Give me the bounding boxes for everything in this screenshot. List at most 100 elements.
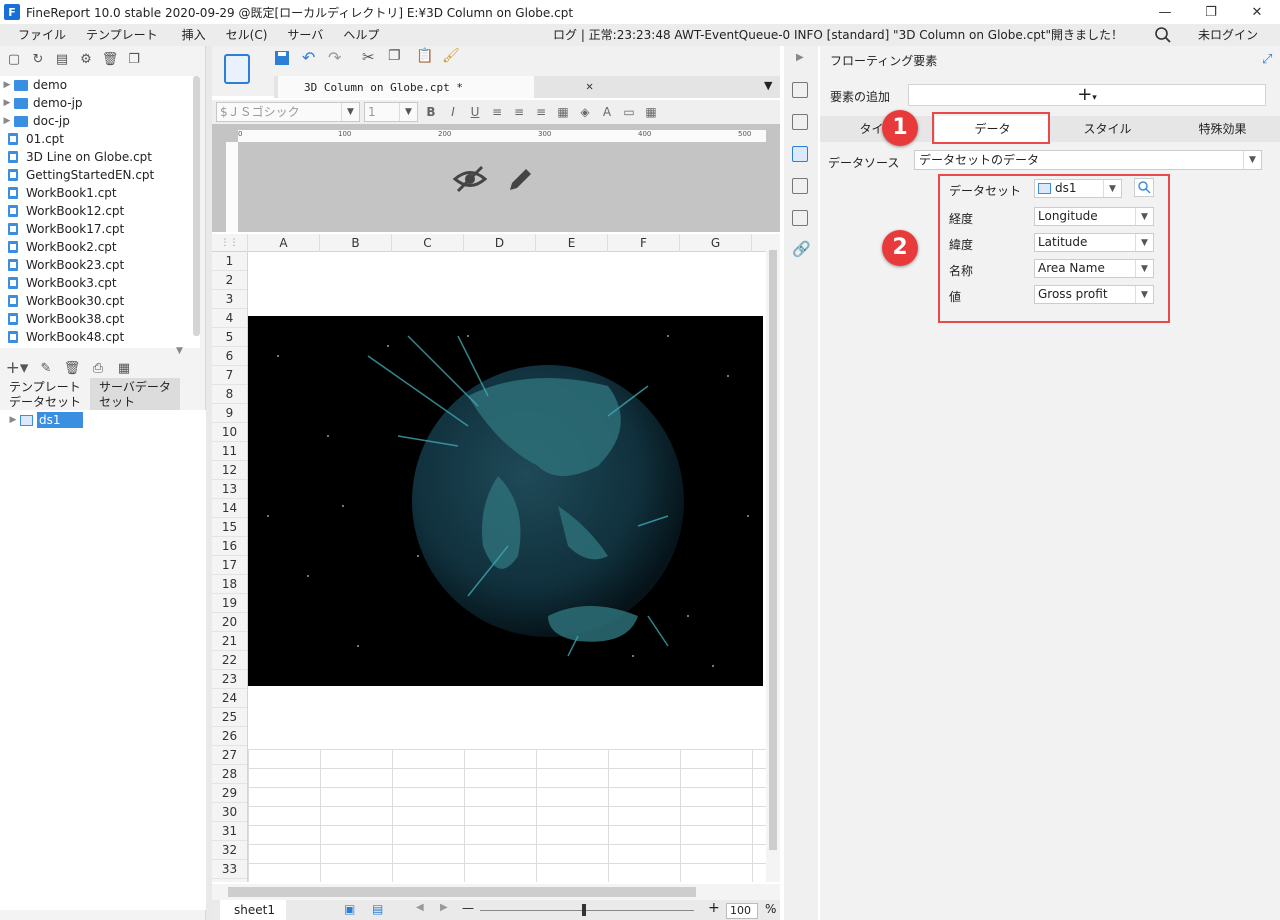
add-element-button[interactable]: +▾ — [908, 84, 1266, 106]
widget-icon[interactable] — [792, 178, 808, 194]
cell-grid[interactable] — [248, 749, 766, 882]
zoom-slider-handle[interactable] — [582, 904, 586, 916]
row-header-cell[interactable]: 30 — [212, 803, 247, 822]
copy-cell-icon[interactable]: ❐ — [388, 48, 401, 64]
sheet-tab[interactable]: sheet1 — [220, 900, 286, 920]
latitude-select[interactable]: Latitude ▼ — [1034, 233, 1154, 252]
format-painter-icon[interactable]: 🖌 — [442, 48, 460, 64]
value-select[interactable]: Gross profit ▼ — [1034, 285, 1154, 304]
border-icon[interactable]: ▦ — [554, 103, 572, 121]
add-sheet-icon[interactable]: ▣ — [344, 902, 355, 916]
column-header-cell[interactable]: E — [536, 234, 608, 252]
row-header-cell[interactable]: 18 — [212, 575, 247, 594]
tree-file[interactable]: WorkBook1.cpt — [0, 184, 200, 202]
add-report-icon[interactable]: ▤ — [372, 902, 383, 916]
close-button[interactable]: ✕ — [1234, 0, 1280, 24]
delete-dataset-icon[interactable]: 🗑 — [64, 360, 81, 376]
vertical-scrollbar[interactable] — [766, 234, 780, 882]
align-left-icon[interactable]: ≡ — [488, 103, 506, 121]
tree-file[interactable]: WorkBook3.cpt — [0, 274, 200, 292]
tree-file[interactable]: WorkBook2.cpt — [0, 238, 200, 256]
font-family-select[interactable]: $ＪＳゴシック ▼ — [216, 102, 360, 122]
fill-color-icon[interactable]: ◈ — [576, 103, 594, 121]
align-right-icon[interactable]: ≡ — [532, 103, 550, 121]
globe-chart-float[interactable] — [248, 316, 763, 686]
longitude-select[interactable]: Longitude ▼ — [1034, 207, 1154, 226]
expand-arrow-icon[interactable]: ▶ — [0, 116, 14, 126]
horizontal-scrollbar[interactable] — [212, 884, 780, 900]
font-size-select[interactable]: 1 ▼ — [364, 102, 418, 122]
expand-arrow-icon[interactable]: ▶ — [0, 80, 14, 90]
zoom-slider[interactable] — [480, 910, 694, 911]
menu-help[interactable]: ヘルプ — [333, 24, 389, 46]
restore-button[interactable]: ❐ — [1188, 0, 1234, 24]
dataset-item[interactable]: ▶ ds1 — [6, 412, 83, 428]
template-tab[interactable]: 3D Column on Globe.cpt * ✕ — [278, 76, 593, 98]
zoom-in-button[interactable]: + — [708, 900, 720, 916]
copy-icon[interactable]: ❐ — [126, 51, 142, 67]
tab-menu-icon[interactable]: ▼ — [764, 79, 772, 92]
vertical-scroll-thumb[interactable] — [769, 250, 777, 850]
paste-icon[interactable]: 📋 — [416, 48, 433, 64]
zoom-out-button[interactable]: — — [462, 901, 474, 915]
expand-arrow-icon[interactable]: ▶ — [0, 98, 14, 108]
menu-template[interactable]: テンプレート — [76, 24, 168, 46]
new-folder-icon[interactable]: ▢ — [6, 51, 22, 67]
row-header-cell[interactable]: 16 — [212, 537, 247, 556]
column-header-cell[interactable]: B — [320, 234, 392, 252]
row-header-cell[interactable]: 17 — [212, 556, 247, 575]
tree-file[interactable]: WorkBook48.cpt — [0, 328, 200, 346]
row-header-cell[interactable]: 27 — [212, 746, 247, 765]
minimize-button[interactable]: — — [1142, 0, 1188, 24]
add-dataset-icon[interactable]: +▾ — [6, 358, 29, 378]
edit-dataset-icon[interactable]: ✎ — [38, 360, 54, 376]
zoom-input[interactable]: 100 — [726, 903, 758, 919]
row-header-cell[interactable]: 28 — [212, 765, 247, 784]
float-element-icon[interactable] — [792, 146, 808, 162]
file-tree-scrollbar[interactable] — [193, 76, 200, 336]
cut-icon[interactable]: ✂ — [362, 48, 375, 66]
next-sheet-icon[interactable]: ▶ — [440, 902, 448, 913]
tree-file[interactable]: 01.cpt — [0, 130, 200, 148]
row-header-cell[interactable]: 26 — [212, 727, 247, 746]
row-header-cell[interactable]: 10 — [212, 423, 247, 442]
dataset-parameter-icon[interactable]: ▦ — [116, 360, 132, 376]
tree-file[interactable]: 3D Line on Globe.cpt — [0, 148, 200, 166]
cell-element-icon[interactable] — [792, 114, 808, 130]
row-header-cell[interactable]: 3 — [212, 290, 247, 309]
row-header-cell[interactable]: 14 — [212, 499, 247, 518]
search-icon[interactable] — [1154, 26, 1172, 44]
column-header-cell[interactable]: G — [680, 234, 752, 252]
name-select[interactable]: Area Name ▼ — [1034, 259, 1154, 278]
row-header-cell[interactable]: 25 — [212, 708, 247, 727]
row-header-cell[interactable]: 1 — [212, 252, 247, 271]
hide-eye-icon[interactable] — [452, 164, 488, 194]
tree-folder[interactable]: ▶ demo — [0, 76, 200, 94]
row-header-cell[interactable]: 32 — [212, 841, 247, 860]
tree-file[interactable]: WorkBook23.cpt — [0, 256, 200, 274]
horizontal-scroll-thumb[interactable] — [228, 887, 696, 897]
hyperlink-icon[interactable]: 🔗 — [792, 240, 811, 258]
tab-effects[interactable]: 特殊効果 — [1165, 116, 1280, 142]
align-center-icon[interactable]: ≡ — [510, 103, 528, 121]
tree-folder[interactable]: ▶ doc-jp — [0, 112, 200, 130]
row-header-cell[interactable]: 5 — [212, 328, 247, 347]
row-header-cell[interactable]: 6 — [212, 347, 247, 366]
italic-button[interactable]: I — [444, 103, 462, 121]
close-tab-icon[interactable]: ✕ — [586, 79, 593, 93]
row-header-cell[interactable]: 29 — [212, 784, 247, 803]
row-header-cell[interactable]: 12 — [212, 461, 247, 480]
row-header-cell[interactable]: 21 — [212, 632, 247, 651]
menu-file[interactable]: ファイル — [8, 24, 76, 46]
row-header-cell[interactable]: 24 — [212, 689, 247, 708]
select-all-corner[interactable]: ⋮⋮ — [212, 234, 248, 252]
dataset-select[interactable]: ds1 ▼ — [1034, 179, 1122, 198]
column-header-cell[interactable]: D — [464, 234, 536, 252]
preview-dataset-icon[interactable]: ⎙ — [90, 360, 106, 376]
column-header-cell[interactable]: C — [392, 234, 464, 252]
dataset-search-button[interactable] — [1134, 178, 1154, 197]
row-header-cell[interactable]: 9 — [212, 404, 247, 423]
row-header-cell[interactable]: 20 — [212, 613, 247, 632]
expand-arrow-icon[interactable]: ▶ — [6, 415, 20, 425]
settings-icon[interactable]: ⚙ — [78, 51, 94, 67]
